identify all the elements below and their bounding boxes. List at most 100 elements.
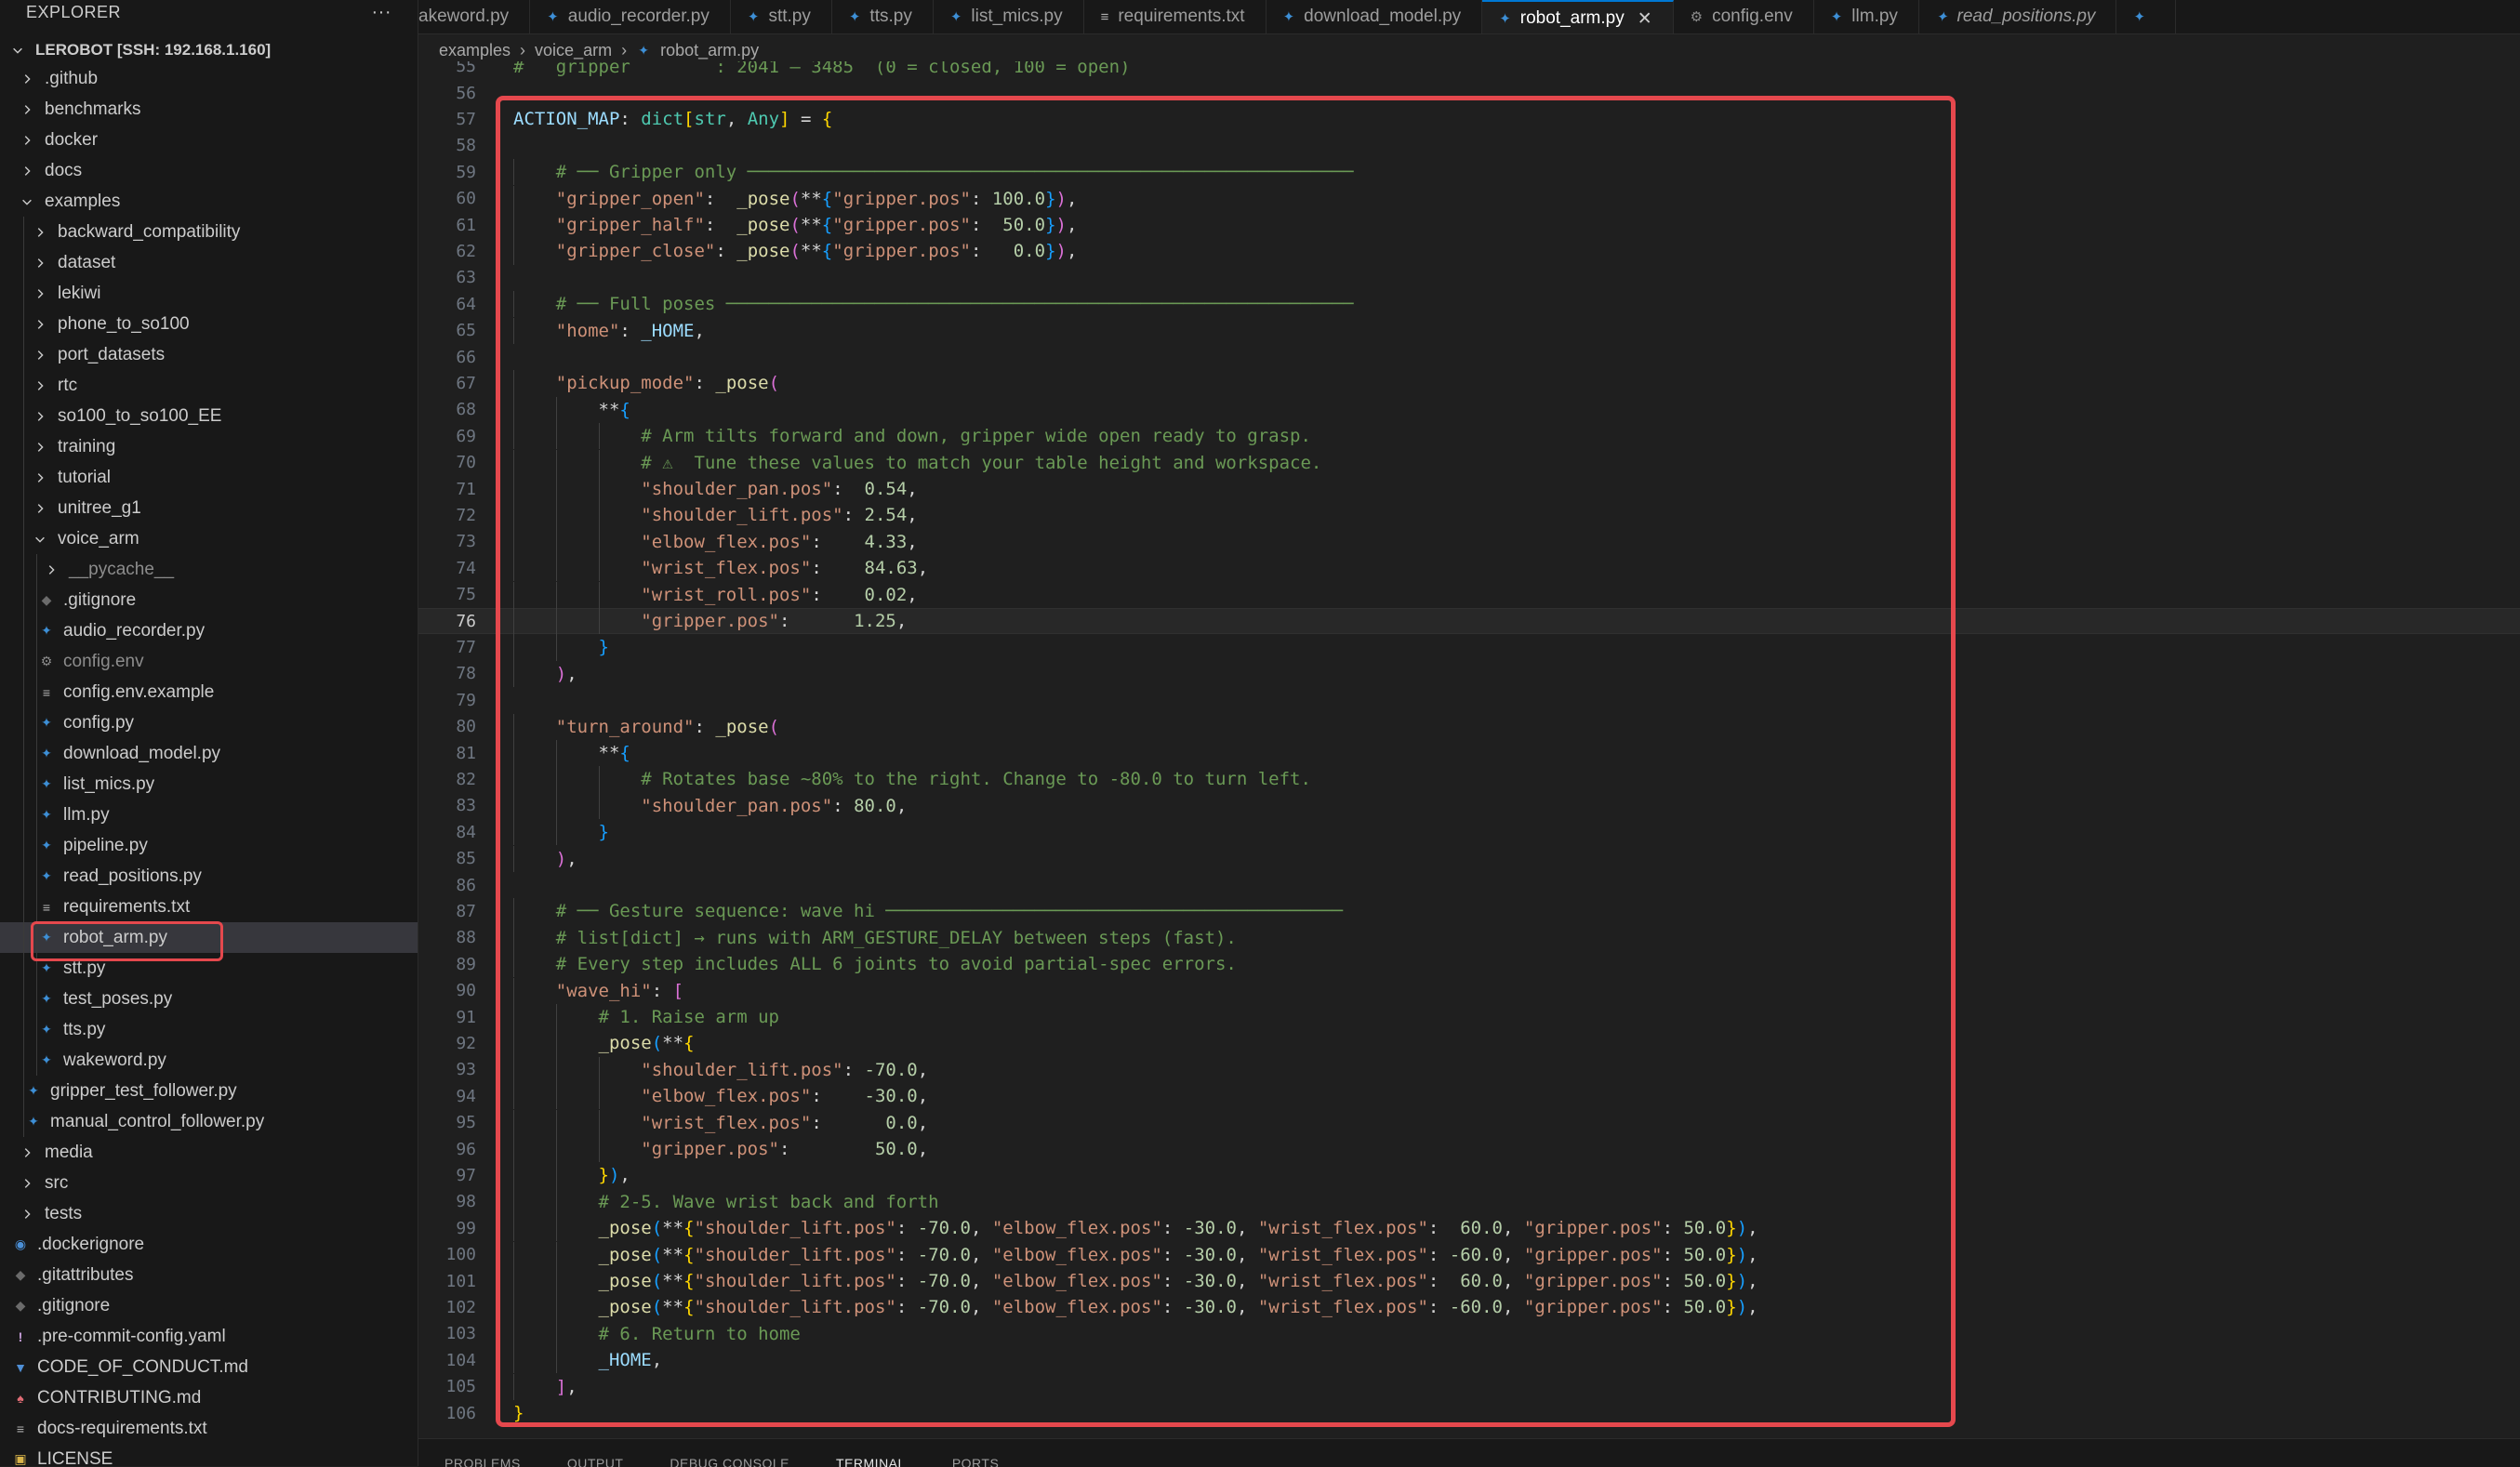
code-line[interactable]: 84 } [418,819,2520,845]
tree-item-config-env[interactable]: ⚙ config.env [0,646,418,677]
code-line[interactable]: 87 # ── Gesture sequence: wave hi ──────… [418,898,2520,924]
code-line[interactable]: 73 "elbow_flex.pos": 4.33, [418,529,2520,555]
code-line[interactable]: 99 _pose(**{"shoulder_lift.pos": -70.0, … [418,1215,2520,1241]
tree-item-audio-recorder-py[interactable]: ✦ audio_recorder.py [0,615,418,646]
code-editor[interactable]: 55 # gripper : 2041 – 3485 (0 = closed, 1… [418,61,2520,1428]
panel-tab-problems[interactable]: PROBLEMS [444,1456,521,1467]
code-line[interactable]: 72 "shoulder_lift.pos": 2.54, [418,502,2520,528]
tree-item-backward-compatibility[interactable]: backward_compatibility [0,217,418,247]
tree-item-gitignore[interactable]: ◆ .gitignore [0,1290,418,1321]
code-line[interactable]: 60 "gripper_open": _pose(**{"gripper.pos… [418,186,2520,212]
code-line[interactable]: 70 # ⚠ Tune these values to match your t… [418,450,2520,476]
tab-robot-arm-py[interactable]: ✦ robot_arm.py ✕ [1482,0,1674,33]
code-line[interactable]: 94 "elbow_flex.pos": -30.0, [418,1083,2520,1109]
code-line[interactable]: 98 # 2-5. Wave wrist back and forth [418,1189,2520,1215]
code-line[interactable]: 71 "shoulder_pan.pos": 0.54, [418,476,2520,502]
tree-item-voice-arm[interactable]: voice_arm [0,523,418,554]
code-line[interactable]: 75 "wrist_roll.pos": 0.02, [418,582,2520,608]
tree-item-download-model-py[interactable]: ✦ download_model.py [0,738,418,769]
code-line[interactable]: 58 [418,133,2520,159]
code-line[interactable]: 76 "gripper.pos": 1.25, [418,607,2520,635]
tree-item-phone-to-so100[interactable]: phone_to_so100 [0,309,418,339]
tree-item-license[interactable]: ▣ LICENSE [0,1444,418,1467]
panel-tab-terminal[interactable]: TERMINAL [836,1456,906,1467]
tree-item-test-poses-py[interactable]: ✦ test_poses.py [0,984,418,1014]
tree-item-config-py[interactable]: ✦ config.py [0,707,418,738]
code-line[interactable]: 66 [418,344,2520,370]
tree-item-dataset[interactable]: dataset [0,247,418,278]
code-line[interactable]: 68 **{ [418,397,2520,423]
tree-item-robot-arm-py[interactable]: ✦ robot_arm.py [0,922,418,953]
code-line[interactable]: 104 _HOME, [418,1347,2520,1373]
panel-tab-output[interactable]: OUTPUT [567,1456,624,1467]
code-line[interactable]: 85 ), [418,846,2520,872]
code-line[interactable]: 90 "wave_hi": [ [418,978,2520,1004]
code-line[interactable]: 97 }), [418,1162,2520,1188]
tree-item-port-datasets[interactable]: port_datasets [0,339,418,370]
tab-overflow[interactable]: ✦ [2116,0,2177,33]
tree-item-llm-py[interactable]: ✦ llm.py [0,800,418,830]
code-line[interactable]: 62 "gripper_close": _pose(**{"gripper.po… [418,238,2520,264]
code-line[interactable]: 57 ACTION_MAP: dict[str, Any] = { [418,106,2520,132]
tree-item-stt-py[interactable]: ✦ stt.py [0,953,418,984]
code-line[interactable]: 67 "pickup_mode": _pose( [418,370,2520,396]
tree-item-src[interactable]: src [0,1168,418,1198]
tree-item-config-env-example[interactable]: ≡ config.env.example [0,677,418,707]
tree-item-rtc[interactable]: rtc [0,370,418,401]
tree-item-media[interactable]: media [0,1137,418,1168]
code-line[interactable]: 91 # 1. Raise arm up [418,1004,2520,1030]
tab-config-env[interactable]: ⚙ config.env [1674,0,1814,33]
panel-tab-ports[interactable]: PORTS [952,1456,999,1467]
tree-item-docker[interactable]: docker [0,125,418,155]
code-line[interactable]: 63 [418,265,2520,291]
code-line[interactable]: 79 [418,687,2520,713]
tab-llm-py[interactable]: ✦ llm.py [1814,0,1919,33]
more-actions-icon[interactable]: ··· [372,2,391,23]
breadcrumb-item[interactable]: examples [439,41,511,60]
panel-tab-debug-console[interactable]: DEBUG CONSOLE [670,1456,789,1467]
code-line[interactable]: 89 # Every step includes ALL 6 joints to… [418,951,2520,977]
code-line[interactable]: 56 [418,80,2520,106]
code-line[interactable]: 86 [418,872,2520,898]
tab-audio-recorder-py[interactable]: ✦ audio_recorder.py [530,0,731,33]
tab-stt-py[interactable]: ✦ stt.py [731,0,832,33]
tree-item-gitignore[interactable]: ◆ .gitignore [0,585,418,615]
code-line[interactable]: 83 "shoulder_pan.pos": 80.0, [418,793,2520,819]
code-line[interactable]: 100 _pose(**{"shoulder_lift.pos": -70.0,… [418,1242,2520,1268]
tree-item-github[interactable]: .github [0,63,418,94]
code-line[interactable]: 64 # ── Full poses ─────────────────────… [418,291,2520,317]
code-line[interactable]: 82 # Rotates base ~80% to the right. Cha… [418,766,2520,792]
workspace-root[interactable]: LEROBOT [SSH: 192.168.1.160] [0,36,418,63]
tree-item-read-positions-py[interactable]: ✦ read_positions.py [0,861,418,892]
code-line[interactable]: 78 ), [418,661,2520,687]
breadcrumb-item[interactable]: voice_arm [535,41,612,60]
tree-item-so100-to-so100-ee[interactable]: so100_to_so100_EE [0,401,418,431]
close-icon[interactable]: ✕ [1638,8,1652,30]
tree-item-list-mics-py[interactable]: ✦ list_mics.py [0,769,418,800]
code-line[interactable]: 105 ], [418,1374,2520,1400]
code-line[interactable]: 107 [418,1426,2520,1428]
code-line[interactable]: 88 # list[dict] → runs with ARM_GESTURE_… [418,925,2520,951]
tree-item-requirements-txt[interactable]: ≡ requirements.txt [0,892,418,922]
tree-item-tests[interactable]: tests [0,1198,418,1229]
tree-item-unitree-g1[interactable]: unitree_g1 [0,493,418,523]
tree-item-contributing-md[interactable]: ♠ CONTRIBUTING.md [0,1382,418,1413]
tree-item-gitattributes[interactable]: ◆ .gitattributes [0,1260,418,1290]
tree-item-pipeline-py[interactable]: ✦ pipeline.py [0,830,418,861]
tab-requirements-txt[interactable]: ≡ requirements.txt [1084,0,1267,33]
code-line[interactable]: 93 "shoulder_lift.pos": -70.0, [418,1057,2520,1083]
code-line[interactable]: 106} [418,1400,2520,1426]
tab-download-model-py[interactable]: ✦ download_model.py [1267,0,1483,33]
code-line[interactable]: 96 "gripper.pos": 50.0, [418,1136,2520,1162]
tree-item-gripper-test-follower-py[interactable]: ✦ gripper_test_follower.py [0,1076,418,1106]
code-line[interactable]: 80 "turn_around": _pose( [418,714,2520,740]
tree-item-lekiwi[interactable]: lekiwi [0,278,418,309]
tree-item-pycache[interactable]: __pycache__ [0,554,418,585]
tree-item-manual-control-follower-py[interactable]: ✦ manual_control_follower.py [0,1106,418,1137]
tree-item-tts-py[interactable]: ✦ tts.py [0,1014,418,1045]
code-line[interactable]: 59 # ── Gripper only ───────────────────… [418,159,2520,185]
code-line[interactable]: 65 "home": _HOME, [418,318,2520,344]
tree-item-dockerignore[interactable]: ◉ .dockerignore [0,1229,418,1260]
tree-item-code-of-conduct-md[interactable]: ▼ CODE_OF_CONDUCT.md [0,1352,418,1382]
tree-item-docs-requirements-txt[interactable]: ≡ docs-requirements.txt [0,1413,418,1444]
